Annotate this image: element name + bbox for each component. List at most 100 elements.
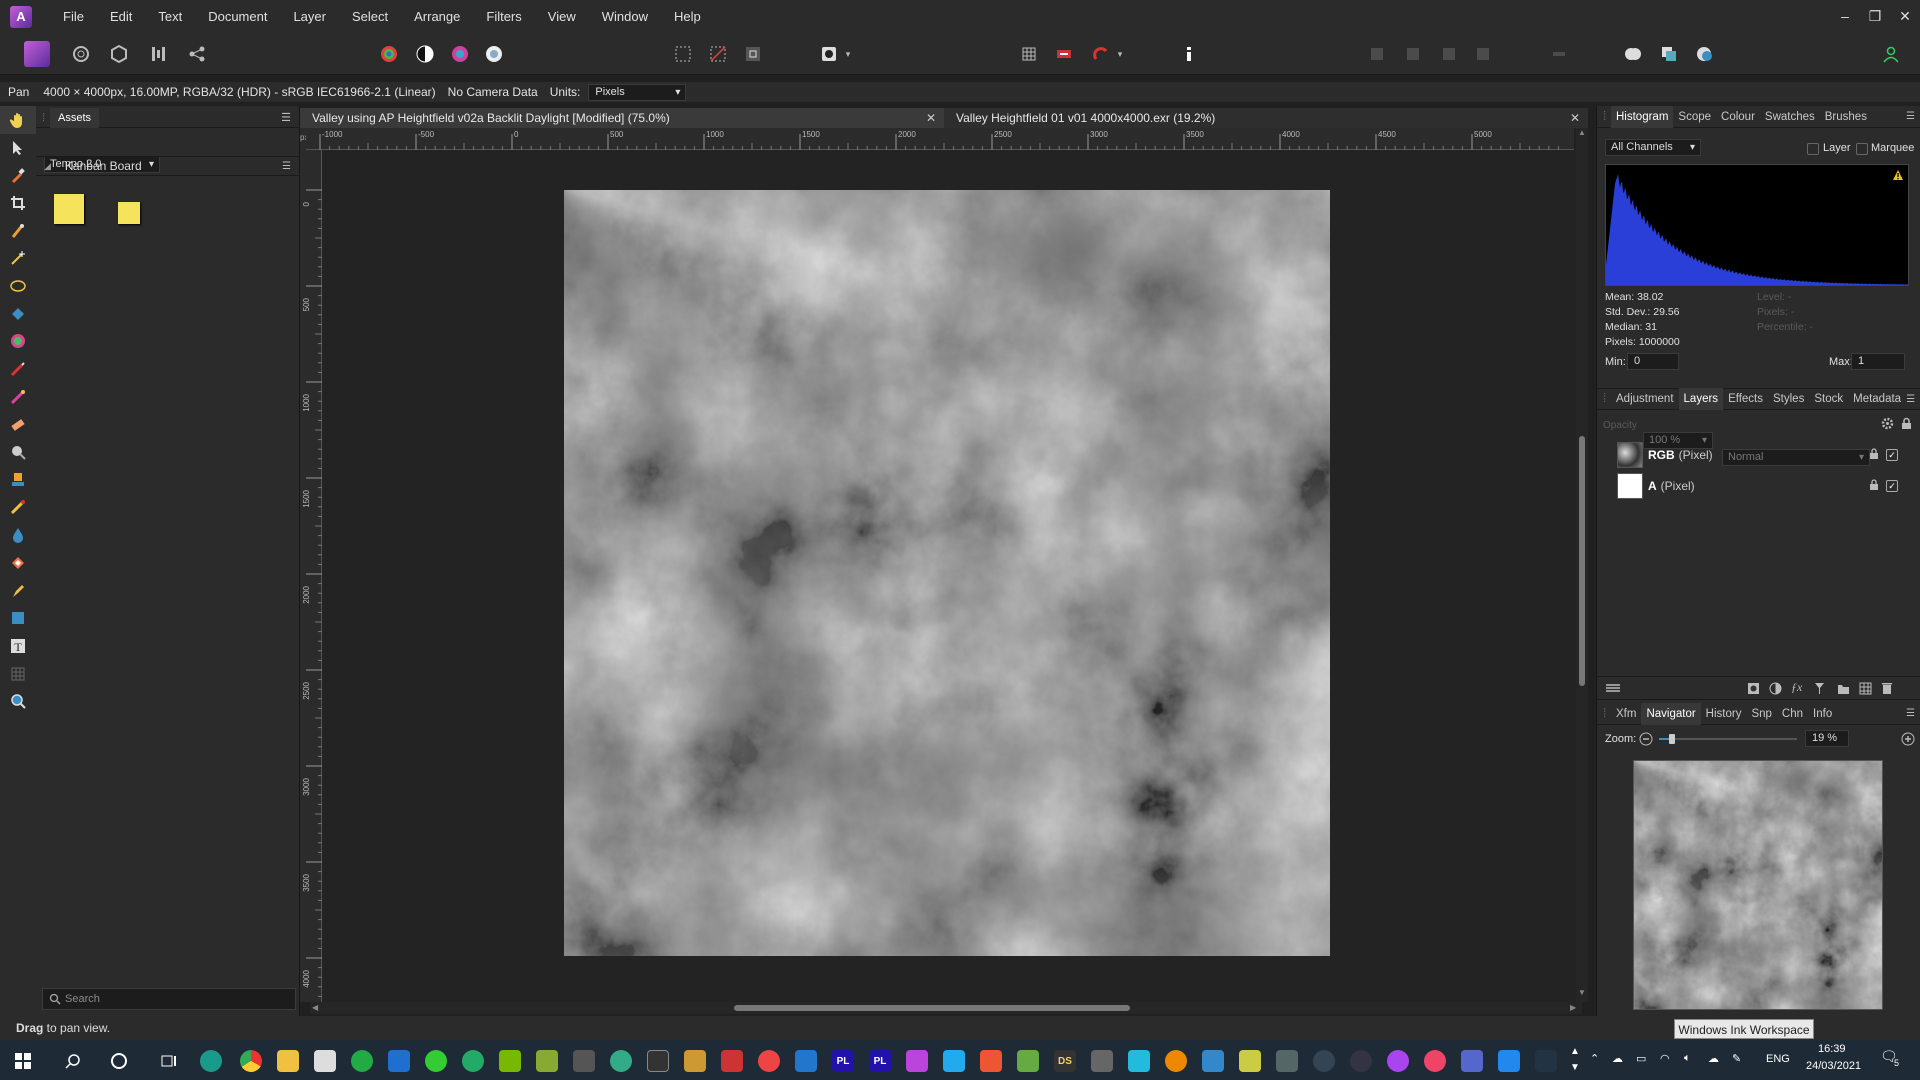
menu-text[interactable]: Text bbox=[145, 0, 195, 33]
scroll-right-icon[interactable]: ▶ bbox=[1570, 1002, 1576, 1014]
tab-xfm[interactable]: Xfm bbox=[1611, 703, 1641, 725]
nvidia-icon[interactable] bbox=[499, 1050, 521, 1072]
panel-grip-icon[interactable]: ⁞ bbox=[1597, 111, 1611, 123]
smudge-brush-tool-icon[interactable] bbox=[0, 549, 36, 577]
app-icon[interactable] bbox=[1202, 1050, 1224, 1072]
menu-document[interactable]: Document bbox=[195, 0, 280, 33]
auto-levels-icon[interactable] bbox=[376, 41, 402, 67]
group-menu-icon[interactable]: ☰ bbox=[282, 161, 291, 172]
layer-lock-icon[interactable] bbox=[1869, 448, 1879, 460]
add-adjustment-icon[interactable] bbox=[1769, 682, 1782, 695]
asset-group-header[interactable]: ◢ Kanban Board ☰ bbox=[36, 156, 299, 176]
tab-channels[interactable]: Chn bbox=[1777, 703, 1808, 725]
layer-settings-gear-icon[interactable] bbox=[1881, 417, 1894, 430]
app-icon[interactable] bbox=[1128, 1050, 1150, 1072]
layer-lock-icon[interactable] bbox=[1869, 479, 1879, 491]
snapping-icon[interactable] bbox=[1088, 41, 1114, 67]
app-icon[interactable] bbox=[1239, 1050, 1261, 1072]
tab-effects[interactable]: Effects bbox=[1723, 388, 1768, 410]
pen-tool-icon[interactable] bbox=[0, 577, 36, 605]
paint-brush-tool-icon[interactable] bbox=[0, 355, 36, 383]
menu-filters[interactable]: Filters bbox=[473, 0, 534, 33]
sticky-note-asset[interactable] bbox=[54, 194, 84, 224]
layer-checkbox[interactable] bbox=[1807, 143, 1819, 155]
tray-scroll-down-icon[interactable]: ▼ bbox=[1570, 1062, 1580, 1073]
lock-icon[interactable] bbox=[1901, 417, 1912, 430]
edge-icon[interactable] bbox=[200, 1050, 222, 1072]
app-icon[interactable] bbox=[1091, 1050, 1113, 1072]
file-explorer-icon[interactable] bbox=[277, 1050, 299, 1072]
blemish-removal-tool-icon[interactable] bbox=[0, 494, 36, 522]
panel-menu-icon[interactable]: ☰ bbox=[1906, 708, 1915, 719]
hand-tool-icon[interactable] bbox=[0, 106, 36, 134]
minimize-button[interactable]: – bbox=[1830, 0, 1860, 33]
auto-colours-icon[interactable] bbox=[447, 41, 473, 67]
mesh-warp-tool-icon[interactable] bbox=[0, 660, 36, 688]
onedrive-icon[interactable]: ☁ bbox=[1612, 1052, 1623, 1065]
grid-toggle-icon[interactable] bbox=[1016, 41, 1042, 67]
layer-visibility-checkbox[interactable]: ✓ bbox=[1886, 480, 1898, 492]
add-pixel-layer-icon[interactable] bbox=[1859, 682, 1872, 695]
export-persona-icon[interactable] bbox=[184, 41, 210, 67]
snapping-dropdown-icon[interactable]: ▾ bbox=[1114, 41, 1126, 67]
vertical-scroll-thumb[interactable] bbox=[1579, 436, 1585, 686]
arrange-back-icon[interactable] bbox=[1364, 41, 1390, 67]
crop-tool-icon[interactable] bbox=[0, 189, 36, 217]
tab-metadata[interactable]: Metadata bbox=[1848, 388, 1906, 410]
app-icon[interactable] bbox=[536, 1050, 558, 1072]
menu-file[interactable]: File bbox=[50, 0, 97, 33]
menu-window[interactable]: Window bbox=[589, 0, 661, 33]
min-input[interactable]: 0 bbox=[1627, 353, 1679, 370]
sticky-note-asset[interactable] bbox=[118, 202, 140, 224]
arrange-forward-icon[interactable] bbox=[1436, 41, 1462, 67]
tab-histogram[interactable]: Histogram bbox=[1611, 105, 1674, 128]
menu-layer[interactable]: Layer bbox=[280, 0, 339, 33]
panel-grip-icon[interactable]: ⁞ bbox=[1597, 393, 1611, 405]
max-input[interactable]: 1 bbox=[1851, 353, 1905, 370]
zoom-in-icon[interactable] bbox=[1901, 732, 1915, 746]
tab-brushes[interactable]: Brushes bbox=[1820, 106, 1872, 128]
close-tab-icon[interactable]: ✕ bbox=[926, 108, 936, 128]
zoom-slider[interactable] bbox=[1659, 734, 1797, 744]
cloud-icon[interactable]: ☁ bbox=[1708, 1052, 1719, 1065]
restore-button[interactable]: ❐ bbox=[1860, 0, 1890, 33]
zoom-tool-icon[interactable] bbox=[0, 687, 36, 715]
gradient-tool-icon[interactable] bbox=[0, 328, 36, 356]
app-icon[interactable] bbox=[684, 1050, 706, 1072]
tray-scroll-up-icon[interactable]: ▲ bbox=[1570, 1046, 1580, 1057]
assistant-icon[interactable] bbox=[1051, 41, 1077, 67]
cortana-icon[interactable] bbox=[108, 1050, 130, 1072]
tab-navigator[interactable]: Navigator bbox=[1641, 702, 1701, 725]
menu-edit[interactable]: Edit bbox=[97, 0, 145, 33]
app-icon[interactable] bbox=[721, 1050, 743, 1072]
tab-layers[interactable]: Layers bbox=[1678, 388, 1724, 410]
vertical-scrollbar[interactable]: ▲ ▼ bbox=[1576, 128, 1588, 1002]
app-icon[interactable] bbox=[462, 1050, 484, 1072]
chrome-icon[interactable] bbox=[240, 1050, 262, 1072]
language-indicator[interactable]: ENG bbox=[1766, 1053, 1790, 1065]
panel-grip-icon[interactable]: ⁞ bbox=[36, 112, 50, 124]
scroll-up-icon[interactable]: ▲ bbox=[1578, 128, 1586, 137]
battery-icon[interactable]: ▭ bbox=[1636, 1052, 1646, 1065]
layer-row[interactable]: A (Pixel) ✓ bbox=[1597, 471, 1920, 501]
menu-select[interactable]: Select bbox=[339, 0, 401, 33]
document-tab[interactable]: Valley using AP Heightfield v02a Backlit… bbox=[300, 108, 944, 128]
deselect-icon[interactable] bbox=[705, 41, 731, 67]
boolean-intersect-icon[interactable] bbox=[1691, 41, 1717, 67]
add-group-icon[interactable] bbox=[1837, 682, 1850, 695]
search-icon[interactable] bbox=[62, 1050, 84, 1072]
quick-mask-icon[interactable] bbox=[816, 41, 842, 67]
arrange-front-icon[interactable] bbox=[1470, 41, 1496, 67]
ellipse-marquee-tool-icon[interactable] bbox=[0, 272, 36, 300]
tab-history[interactable]: History bbox=[1701, 703, 1747, 725]
vertical-ruler[interactable]: 0 500 1000 1500 2000 2500 3000 3500 4000 bbox=[300, 150, 322, 1002]
panel-menu-icon[interactable]: ☰ bbox=[1906, 394, 1915, 405]
app-icon[interactable] bbox=[1535, 1050, 1557, 1072]
task-view-icon[interactable] bbox=[158, 1050, 180, 1072]
move-tool-icon[interactable] bbox=[0, 134, 36, 162]
develop-persona-icon[interactable] bbox=[106, 41, 132, 67]
app-icon[interactable] bbox=[573, 1050, 595, 1072]
app-icon[interactable] bbox=[610, 1050, 632, 1072]
account-icon[interactable] bbox=[1878, 41, 1904, 67]
zoom-out-icon[interactable] bbox=[1639, 732, 1653, 746]
